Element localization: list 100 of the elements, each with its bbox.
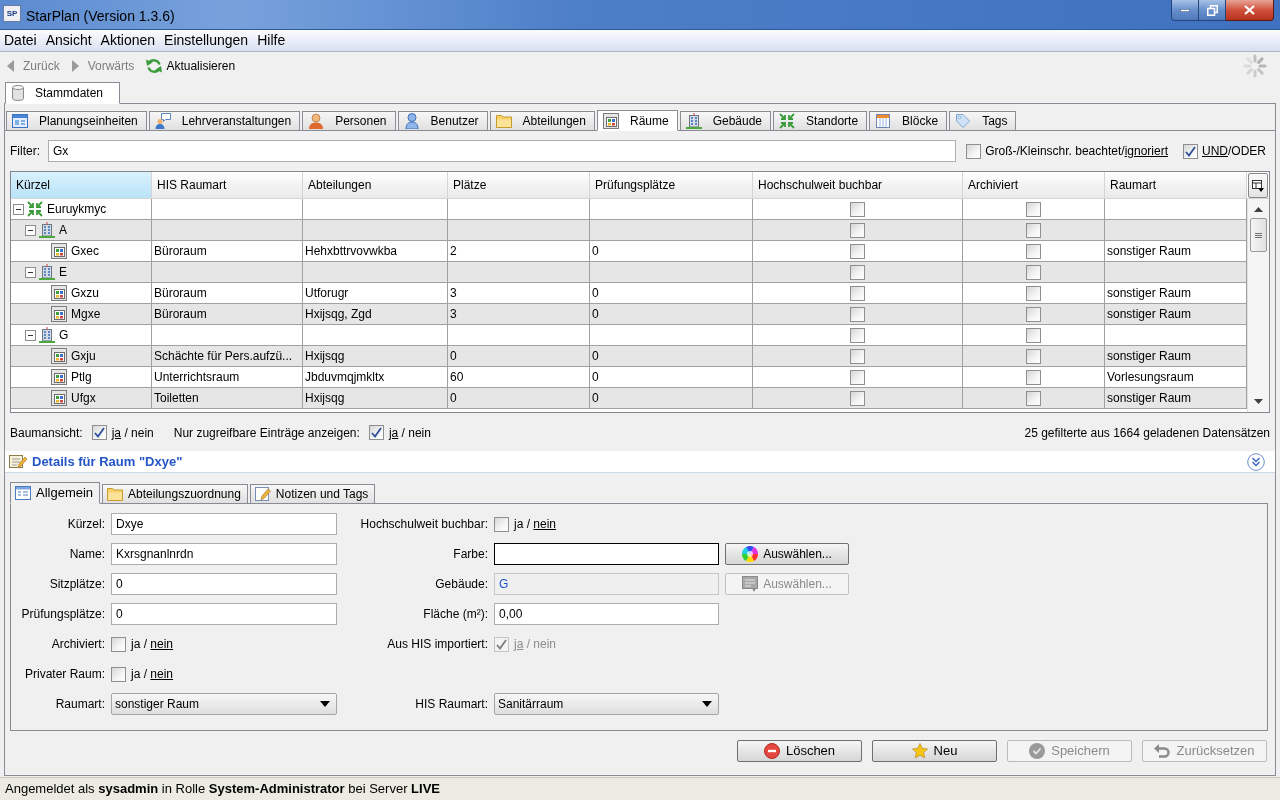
scroll-down-icon[interactable] <box>1254 399 1263 404</box>
close-button[interactable] <box>1226 0 1274 21</box>
column-header[interactable]: Plätze <box>448 172 590 198</box>
checkbox[interactable] <box>1026 243 1041 259</box>
checkbox[interactable] <box>91 425 107 440</box>
tab[interactable]: Planungseinheiten <box>6 111 147 130</box>
table-row[interactable]: Mgxe Büroraum Hxijsqg, Zgd 3 0 sonstiger Raum <box>11 304 1247 325</box>
checkbox[interactable] <box>111 636 126 652</box>
menu-item[interactable]: Datei <box>4 30 37 51</box>
column-header[interactable]: Raumart <box>1105 172 1247 198</box>
minimize-button[interactable] <box>1171 0 1199 21</box>
table-cell-text: 60 <box>449 369 465 386</box>
column-header[interactable]: Kürzel <box>11 172 152 198</box>
checkbox[interactable] <box>1026 222 1041 238</box>
table-row[interactable]: Gxju Schächte für Pers.aufzü... Hxijsqg 0 0 sonstiger Raum <box>11 346 1247 367</box>
new-button[interactable]: Neu <box>872 740 997 762</box>
column-header[interactable]: Archiviert <box>963 172 1105 198</box>
checkbox[interactable] <box>368 425 384 440</box>
collapse-toggle[interactable] <box>25 329 36 341</box>
dropdown[interactable]: sonstiger Raum <box>111 693 337 715</box>
note-pencil-icon <box>254 486 271 502</box>
choose-button[interactable]: Auswählen... <box>725 543 849 565</box>
menu-item[interactable]: Aktionen <box>100 30 156 51</box>
minus-circle-icon <box>763 743 780 759</box>
checkbox[interactable] <box>850 243 865 259</box>
restore-button[interactable] <box>1199 0 1226 21</box>
tab[interactable]: Gebäude <box>679 111 772 130</box>
checkbox[interactable] <box>111 666 126 682</box>
column-header[interactable]: Hochschulweit buchbar <box>753 172 963 198</box>
checkbox[interactable] <box>850 264 865 280</box>
tab[interactable]: Abteilungen <box>489 111 595 130</box>
checkbox[interactable] <box>1026 264 1041 280</box>
table-row[interactable]: E <box>11 262 1247 283</box>
checkbox[interactable] <box>1026 306 1041 322</box>
menu-item[interactable]: Hilfe <box>257 30 286 51</box>
checkbox[interactable] <box>494 516 509 532</box>
tab[interactable]: Räume <box>596 110 678 131</box>
tab[interactable]: Standorte <box>773 111 868 130</box>
checkbox[interactable] <box>850 369 865 385</box>
tab[interactable]: Benutzer <box>397 111 488 130</box>
checkbox[interactable] <box>850 201 865 217</box>
table-cell-text: 0 <box>449 390 458 407</box>
scroll-up-icon[interactable] <box>1254 207 1263 212</box>
table-row[interactable]: Ufgx Toiletten Hxijsqg 0 0 sonstiger Raum <box>11 388 1247 409</box>
checkbox[interactable] <box>850 348 865 364</box>
table-row[interactable]: Gxzu Büroraum Utforugr 3 0 sonstiger Raum <box>11 283 1247 304</box>
column-header[interactable]: Abteilungen <box>303 172 448 198</box>
checkbox[interactable] <box>850 306 865 322</box>
column-menu-button[interactable] <box>1248 173 1268 198</box>
text-field[interactable]: Dxye <box>111 513 337 535</box>
dropdown[interactable]: Sanitärraum <box>494 693 719 715</box>
tab[interactable]: Stammdaten <box>5 82 120 104</box>
column-header[interactable]: Prüfungsplätze <box>590 172 753 198</box>
tab[interactable]: Personen <box>302 111 396 130</box>
menu-item[interactable]: Einstellungen <box>164 30 249 51</box>
filter-field[interactable]: Gx <box>48 140 957 162</box>
checkbox[interactable] <box>850 222 865 238</box>
table-row[interactable]: A <box>11 220 1247 241</box>
table-cell-text: 3 <box>449 306 458 323</box>
tree-label: Ptlg <box>71 369 92 386</box>
tab[interactable]: Blöcke <box>869 111 948 130</box>
tab[interactable]: Allgemein <box>10 482 101 504</box>
collapse-toggle[interactable] <box>25 266 36 278</box>
column-header[interactable]: HIS Raumart <box>152 172 303 198</box>
checkbox[interactable] <box>850 390 865 406</box>
text-field[interactable]: 0 <box>111 603 337 625</box>
text-field[interactable]: 0 <box>111 573 337 595</box>
table-row[interactable]: Gxec Büroraum Hehxbttrvovwkba 2 0 sonstiger Raum <box>11 241 1247 262</box>
refresh-button[interactable]: Aktualisieren <box>146 57 236 75</box>
delete-button[interactable]: Löschen <box>737 740 862 762</box>
double-chevron-down-icon[interactable] <box>1247 452 1265 471</box>
tab[interactable]: Abteilungszuordnung <box>102 484 248 503</box>
left-arrow-icon <box>7 60 14 72</box>
form-icon <box>15 485 31 501</box>
checkbox[interactable] <box>966 143 982 159</box>
list-icon <box>742 576 759 592</box>
checkbox[interactable] <box>850 285 865 301</box>
table-row[interactable]: G <box>11 325 1247 346</box>
checkbox[interactable] <box>1026 327 1041 343</box>
collapse-toggle[interactable] <box>13 203 24 215</box>
text-field[interactable]: 0,00 <box>494 603 719 625</box>
tab[interactable]: Notizen und Tags <box>249 484 376 503</box>
color-field[interactable] <box>494 543 719 565</box>
checkbox[interactable] <box>850 327 865 343</box>
checkbox[interactable] <box>1026 201 1041 217</box>
text-field[interactable]: Kxrsgnanlnrdn <box>111 543 337 565</box>
table-row[interactable]: Euruykmyc <box>11 199 1247 220</box>
checkbox[interactable] <box>1026 348 1041 364</box>
checkbox[interactable] <box>1026 285 1041 301</box>
table-row[interactable]: Ptlg Unterrichtsraum Jbduvmqjmkltx 60 0 Vorlesungsraum <box>11 367 1247 388</box>
checkbox[interactable] <box>1026 369 1041 385</box>
scrollbar-thumb[interactable] <box>1250 218 1267 252</box>
tab[interactable]: Tags <box>949 111 1017 130</box>
room-icon <box>51 390 67 406</box>
collapse-toggle[interactable] <box>25 224 36 236</box>
menu-item[interactable]: Ansicht <box>45 30 92 51</box>
table-cell-text: Büroraum <box>153 285 208 302</box>
checkbox[interactable] <box>1183 143 1198 159</box>
tab[interactable]: Lehrveranstaltungen <box>148 111 301 130</box>
checkbox[interactable] <box>1026 390 1041 406</box>
